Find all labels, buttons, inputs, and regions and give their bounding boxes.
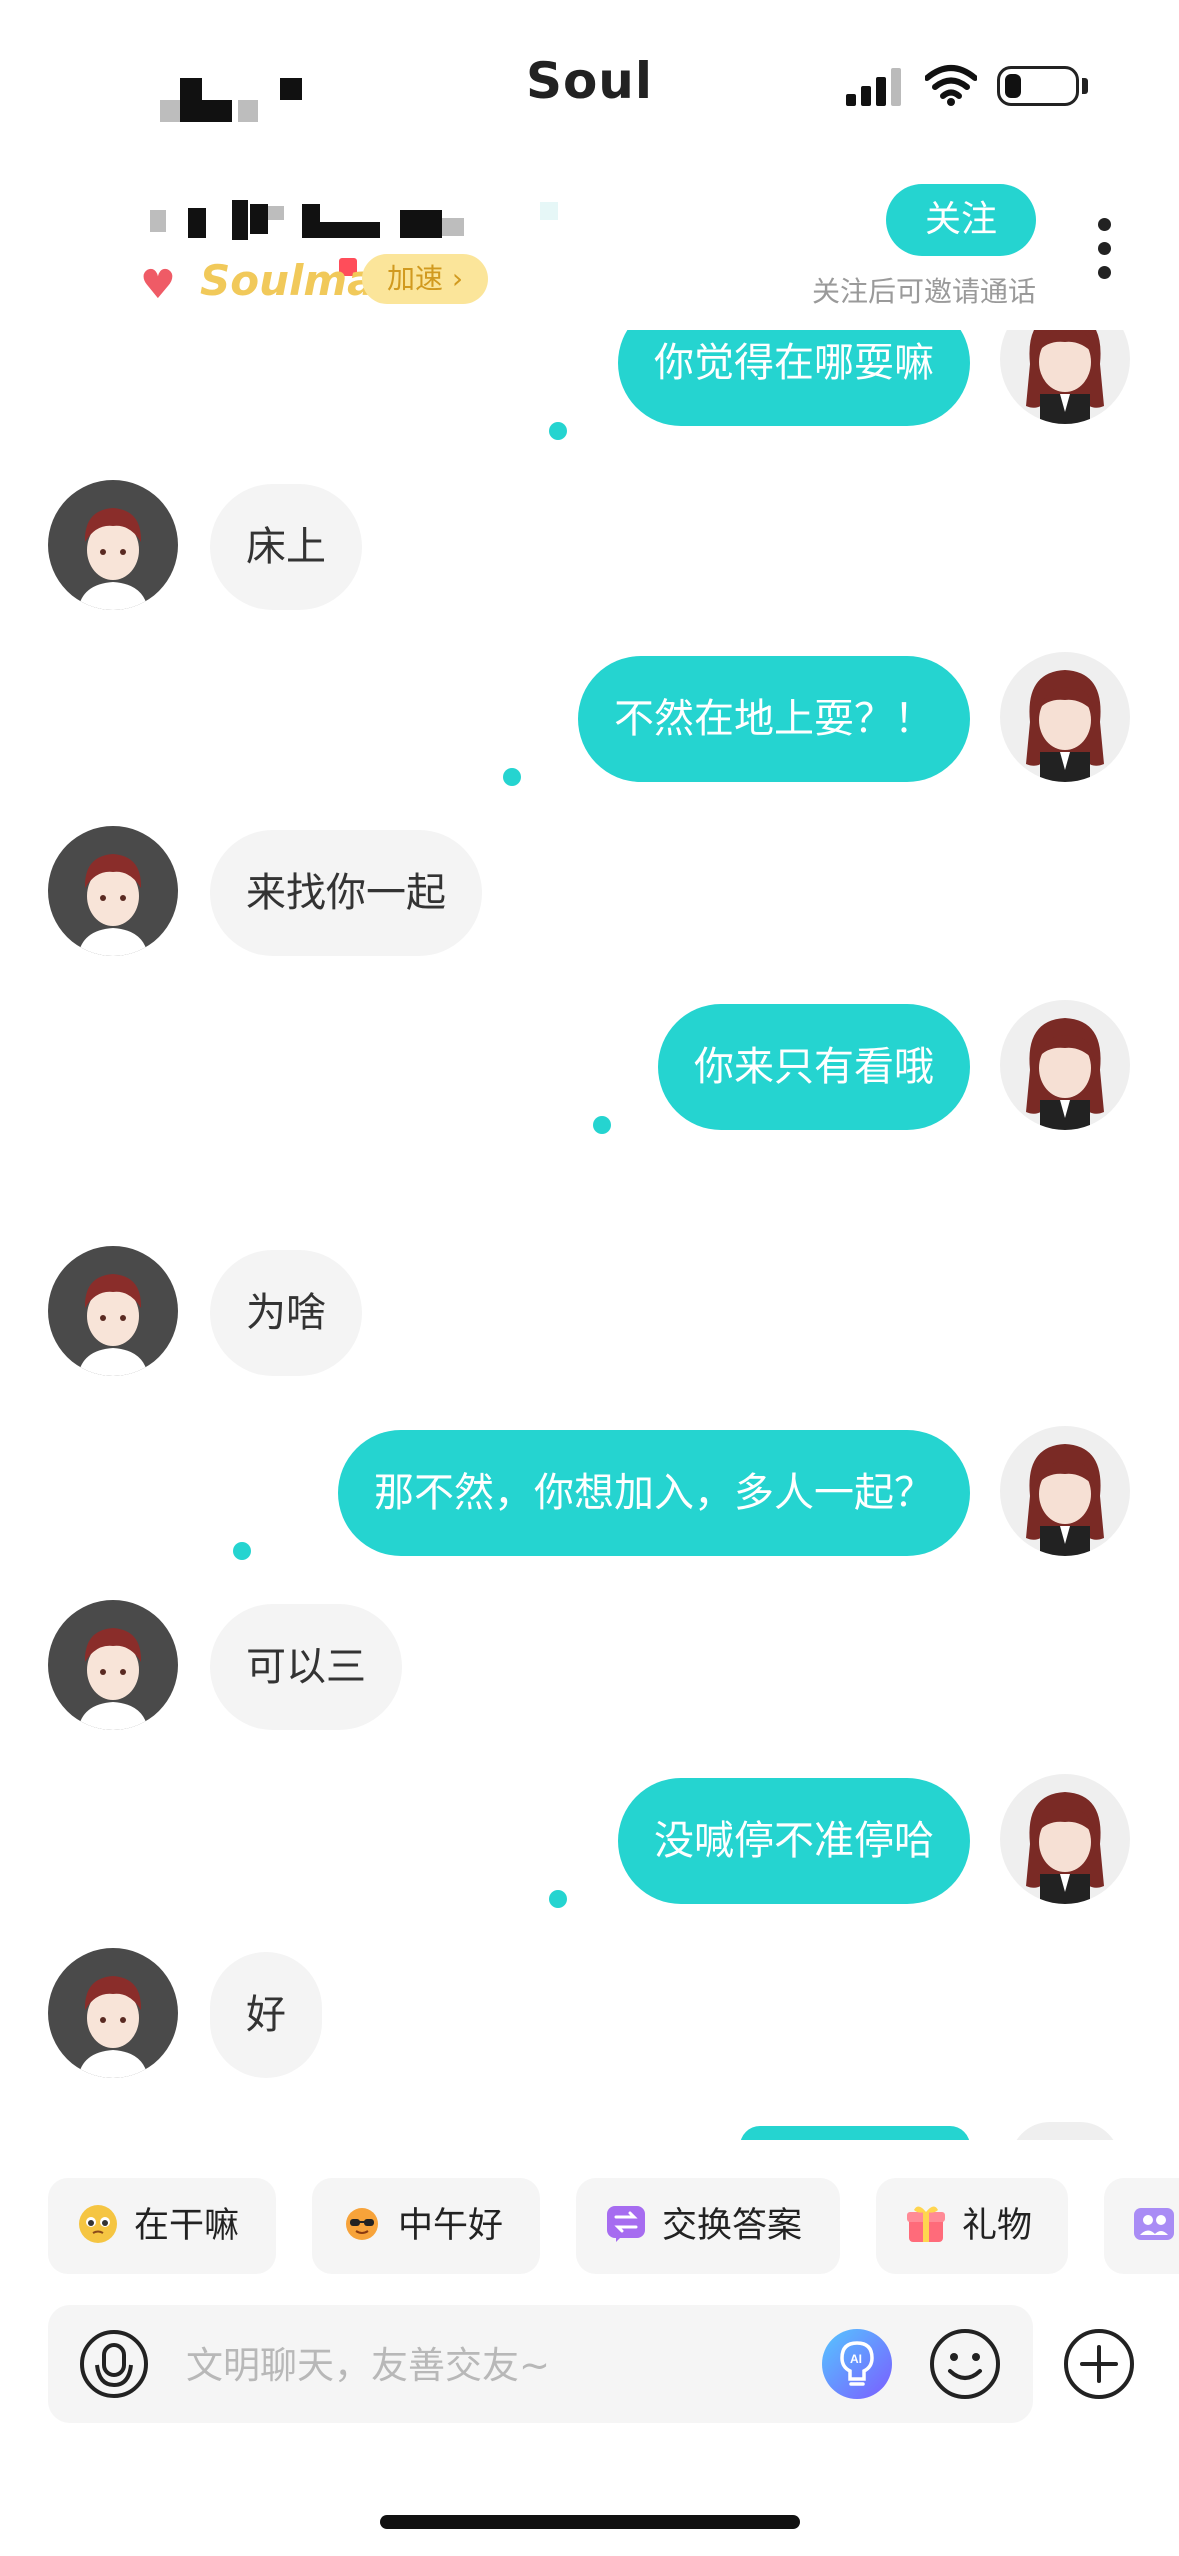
bubble-tail <box>233 1542 251 1560</box>
avatar-partial <box>1010 2122 1120 2140</box>
boy-avatar-icon <box>78 1628 148 1730</box>
message-bubble[interactable]: 床上 <box>210 484 362 610</box>
emoji-icon[interactable] <box>928 2327 1002 2401</box>
more-options-button[interactable] <box>1086 216 1124 286</box>
signal-icon <box>846 68 902 106</box>
message-bubble[interactable]: 那不然，你想加入，多人一起？ <box>338 1430 970 1556</box>
chat-area[interactable]: 你觉得在哪耍嘛 床上 不然在地上耍？！ 来找你一起 你来只有看哦 为啥 那不然，… <box>0 330 1179 2140</box>
gift-icon <box>907 2206 945 2242</box>
message-row-sent: 那不然，你想加入，多人一起？ <box>0 1426 1179 1590</box>
svg-text:AI: AI <box>850 2352 862 2366</box>
boy-avatar-icon <box>78 508 148 610</box>
girl-avatar-icon <box>1026 1444 1104 1556</box>
voice-icon[interactable] <box>79 2329 149 2399</box>
bubble-tail <box>549 1890 567 1908</box>
sun-sunglasses-icon <box>346 2208 378 2240</box>
my-avatar[interactable] <box>1000 1426 1130 1556</box>
bubble-tail <box>549 422 567 440</box>
contact-avatar[interactable] <box>48 1600 178 1730</box>
chat-header: ♥ Soulmate 加速 › 关注 关注后可邀请通话 <box>0 150 1179 330</box>
swap-icon <box>607 2206 645 2242</box>
message-row-received: 可以三 <box>0 1598 1179 1738</box>
contact-name-censored[interactable] <box>150 200 600 240</box>
message-bubble[interactable]: 你来只有看哦 <box>658 1004 970 1130</box>
chip-label: 礼物 <box>962 2206 1033 2246</box>
follow-button[interactable]: 关注 <box>886 184 1036 256</box>
message-bubble[interactable]: 为啥 <box>210 1250 362 1376</box>
message-row-sent: 不然在地上耍？！ <box>0 652 1179 816</box>
message-bubble[interactable]: 你觉得在哪耍嘛 <box>618 330 970 426</box>
my-avatar[interactable] <box>1000 1774 1130 1904</box>
bubble-tail <box>593 1116 611 1134</box>
girl-avatar-icon <box>1026 1018 1104 1130</box>
message-bubble[interactable]: 好 <box>210 1952 322 2078</box>
quick-reply-chip[interactable]: 在干嘛 <box>48 2178 276 2274</box>
boy-avatar-icon <box>78 854 148 956</box>
status-bar: Soul <box>0 0 1179 150</box>
contact-avatar[interactable] <box>48 826 178 956</box>
message-bubble[interactable]: 可以三 <box>210 1604 402 1730</box>
chip-label: 中午好 <box>398 2206 504 2246</box>
message-row-received: 来找你一起 <box>0 824 1179 964</box>
speed-up-button[interactable]: 加速 › <box>362 254 488 304</box>
contact-avatar[interactable] <box>48 480 178 610</box>
boy-avatar-icon <box>78 1976 148 2078</box>
quick-reply-chip[interactable]: 交换答案 <box>576 2178 840 2274</box>
message-input[interactable]: 文明聊天，友善交友~ <box>186 2335 550 2389</box>
message-row-sent: 你来只有看哦 <box>0 1000 1179 1164</box>
quick-reply-bar: 在干嘛 中午好 交换答案 礼物 <box>0 2170 1179 2282</box>
quick-reply-chip[interactable] <box>1104 2178 1179 2274</box>
wifi-icon <box>925 65 977 106</box>
battery-icon <box>997 66 1079 106</box>
heart-icon: ♥ <box>140 262 176 308</box>
battery-cap <box>1082 78 1088 94</box>
boy-avatar-icon <box>78 1274 148 1376</box>
follow-hint: 关注后可邀请通话 <box>811 275 1036 308</box>
chip-label: 交换答案 <box>662 2206 803 2246</box>
quick-reply-chip[interactable]: 礼物 <box>876 2178 1068 2274</box>
my-avatar[interactable] <box>1000 652 1130 782</box>
message-bubble-partial[interactable] <box>740 2126 970 2140</box>
girl-avatar-icon <box>1026 1792 1104 1904</box>
ai-assistant-icon[interactable]: AI <box>820 2327 894 2401</box>
message-row-sent: 你觉得在哪耍嘛 <box>0 330 1179 460</box>
girl-avatar-icon <box>1026 670 1104 782</box>
girl-avatar-icon <box>1026 330 1104 424</box>
home-indicator[interactable] <box>380 2515 800 2529</box>
my-avatar[interactable] <box>1000 330 1130 424</box>
contact-avatar[interactable] <box>48 1948 178 2078</box>
message-row-sent: 没喊停不准停哈 <box>0 1774 1179 1938</box>
contact-avatar[interactable] <box>48 1246 178 1376</box>
message-bubble[interactable]: 来找你一起 <box>210 830 482 956</box>
message-bubble[interactable]: 不然在地上耍？！ <box>578 656 970 782</box>
message-row-sent-partial <box>0 2122 1179 2140</box>
my-avatar[interactable] <box>1000 1000 1130 1130</box>
message-row-received: 床上 <box>0 478 1179 618</box>
quick-reply-chip[interactable]: 中午好 <box>312 2178 540 2274</box>
more-icon <box>1098 218 1111 231</box>
message-bubble[interactable]: 没喊停不准停哈 <box>618 1778 970 1904</box>
message-row-received: 好 <box>0 1946 1179 2086</box>
group-icon <box>1134 2208 1174 2240</box>
bubble-tail <box>503 768 521 786</box>
plus-icon[interactable] <box>1062 2327 1136 2401</box>
pleading-face-icon <box>79 2205 117 2243</box>
message-row-received: 为啥 <box>0 1244 1179 1384</box>
chip-label: 在干嘛 <box>134 2206 240 2246</box>
